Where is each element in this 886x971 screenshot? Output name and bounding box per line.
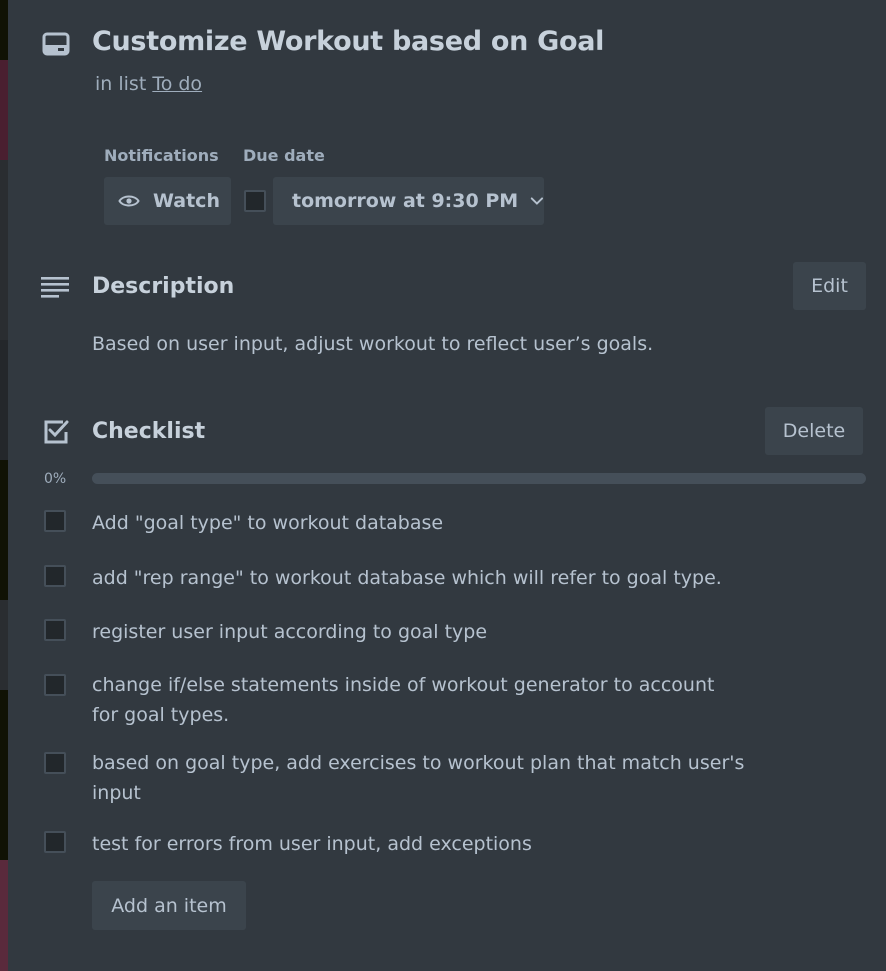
chevron-down-icon xyxy=(530,197,544,205)
checklist-progress-bar xyxy=(92,473,866,484)
watch-label: Watch xyxy=(153,190,220,212)
checklist-item-checkbox[interactable] xyxy=(44,674,66,696)
backdrop-list-edge xyxy=(0,340,8,460)
checklist-item-checkbox[interactable] xyxy=(44,619,66,641)
notifications-label: Notifications xyxy=(104,146,219,165)
due-date-value: tomorrow at 9:30 PM xyxy=(292,190,519,212)
description-icon xyxy=(41,277,69,298)
edit-label: Edit xyxy=(811,275,848,297)
checklist-title[interactable]: Checklist xyxy=(92,419,205,444)
backdrop-list-edge xyxy=(0,60,8,160)
checklist-item-text[interactable]: Add "goal type" to workout database xyxy=(92,508,732,538)
checklist-item-checkbox[interactable] xyxy=(44,752,66,774)
card-title[interactable]: Customize Workout based on Goal xyxy=(92,26,604,57)
checklist-item-checkbox[interactable] xyxy=(44,510,66,532)
backdrop-list-edge xyxy=(0,160,8,340)
edit-description-button[interactable]: Edit xyxy=(793,262,866,310)
card-list-location: in list To do xyxy=(95,73,202,95)
checklist-item-text[interactable]: add "rep range" to workout database whic… xyxy=(92,563,792,593)
add-item-label: Add an item xyxy=(111,894,227,917)
add-checklist-item-button[interactable]: Add an item xyxy=(92,881,246,930)
backdrop-list-edge xyxy=(0,600,8,690)
in-list-prefix: in list xyxy=(95,73,147,95)
checklist-progress-percent: 0% xyxy=(44,471,67,487)
checklist-item-text[interactable]: test for errors from user input, add exc… xyxy=(92,829,732,859)
card-icon xyxy=(42,32,70,56)
due-date-button[interactable]: tomorrow at 9:30 PM xyxy=(273,177,544,225)
eye-icon xyxy=(118,195,140,207)
checklist-item-checkbox[interactable] xyxy=(44,565,66,587)
card-detail-modal: Customize Workout based on Goal in list … xyxy=(8,0,886,971)
due-date-complete-checkbox[interactable] xyxy=(244,190,266,212)
backdrop-list-edge xyxy=(0,860,8,971)
checklist-item-text[interactable]: based on goal type, add exercises to wor… xyxy=(92,748,752,808)
checklist-item-text[interactable]: register user input according to goal ty… xyxy=(92,617,732,647)
description-text[interactable]: Based on user input, adjust workout to r… xyxy=(92,333,653,355)
delete-checklist-button[interactable]: Delete xyxy=(765,407,863,455)
checklist-item-text[interactable]: change if/else statements inside of work… xyxy=(92,670,722,730)
checklist-icon xyxy=(44,420,69,444)
delete-label: Delete xyxy=(782,420,846,442)
list-name-link[interactable]: To do xyxy=(152,73,202,95)
checklist-item-checkbox[interactable] xyxy=(44,831,66,853)
due-date-label: Due date xyxy=(243,146,325,165)
description-title: Description xyxy=(92,274,235,299)
watch-button[interactable]: Watch xyxy=(104,177,231,225)
